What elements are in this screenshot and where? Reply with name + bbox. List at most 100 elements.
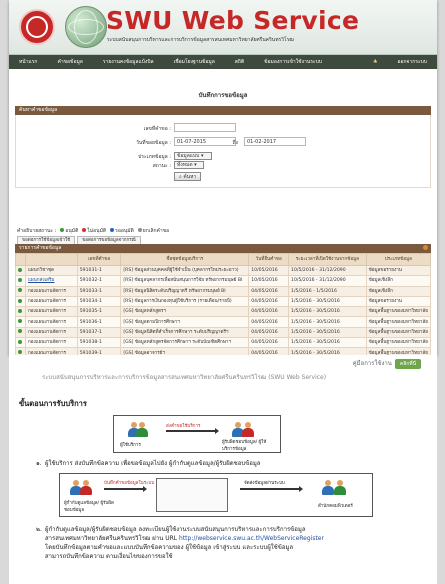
cell-unit: กองแผนงานจัดการ (24, 326, 78, 339)
status-legend: คำอธิบายสถานะ : อนุมัติ ไม่อนุมัติ รออนุ… (17, 227, 169, 235)
app-header: SWU Web Service ระบบสนับสนุนการบริหารและ… (9, 0, 437, 55)
cell-status (15, 275, 26, 287)
cell-service: [GS] ข้อมูลอาจารย์ฯ (120, 347, 250, 355)
cell-status (15, 306, 26, 318)
date-label: วันที่ขอยข้อมูล : (136, 140, 171, 146)
user-icon (334, 480, 346, 495)
table-row[interactable]: กองแผนงานจัดการ 591039-1 [GS] ข้อมูลอาจารย… (15, 347, 432, 355)
nav-item-home[interactable]: หน้าแรก (9, 58, 47, 66)
step-2-line-1: ผู้กำกับดูแลข้อมูล/ผู้รับผิดชอบข้อมูล ลง… (45, 526, 306, 533)
table-row[interactable]: กองแผนงานจัดการ 591038-1 [GS] ข้อมูลหลักสู… (15, 337, 432, 349)
cell-request-no: 591039-1 (76, 347, 122, 355)
nav-item-database-link[interactable]: เชื่อมโยงฐานข้อมูล (164, 58, 225, 66)
cell-type: ข้อมูลพื้นฐานของมหาวิทยาลัย (365, 316, 432, 328)
col-header-service: ชื่อชุดข้อมูลบริการ (120, 253, 250, 266)
cell-request-no: 591037-1 (76, 326, 122, 339)
cell-type: ข้อมูลขอรายงาน (365, 295, 432, 308)
cell-type: ข้อมูลขอรายงาน (365, 264, 432, 277)
manual-link[interactable]: คู่มือการใช้งาน คลิกที่นี่ (353, 358, 421, 369)
date-to-input[interactable]: 01-02-2017 (244, 137, 306, 146)
search-button[interactable]: ⌕ ค้นหา (174, 172, 202, 181)
request-no-label: เลขที่คำขอ : (143, 126, 171, 132)
nav-item-requests[interactable]: คำขอข้อมูล (47, 58, 92, 66)
step-2-number: ๒. (36, 526, 42, 533)
section-title: ขั้นตอนการรับบริการ (19, 399, 87, 408)
status-select[interactable]: ทั้งหมด ▾ (174, 161, 204, 169)
cell-unit[interactable]: แผนกส่งเสริม (24, 275, 78, 287)
table-row[interactable]: กองแผนงานจัดการ 591034-1 [RS] ข้อมูลการเงิ… (15, 295, 432, 308)
cell-date: 04/05/2016 (248, 285, 290, 297)
cell-request-no: 591035-1 (76, 306, 122, 318)
diagram-record-flow: ผู้กำกับดูแลข้อมูล/ ผู้รับผิดชอบข้อมูล บ… (59, 473, 373, 517)
step-1-text: ผู้ใช้บริการ ส่งบันทึกข้อความ เพื่อขอข้อ… (45, 460, 261, 467)
cell-status (15, 316, 26, 328)
cell-status (15, 285, 26, 297)
cell-date: 10/05/2016 (248, 275, 290, 287)
cell-request-no: 591032-1 (76, 275, 122, 287)
diagram-owner-label: ผู้รับผิดชอบข้อมูล/ ผู้ให้บริการข้อมูล (222, 440, 267, 452)
manual-button[interactable]: คลิกที่นี่ (394, 359, 421, 369)
diagram-arrow-label: ส่งคำขอใช้บริการ (166, 424, 201, 429)
diagram-arrow1-label: บันทึกคำขอข้อมูลในระบบ (104, 481, 155, 486)
col-header-request-no: เลขที่คำขอ (76, 253, 122, 266)
status-dot-icon (18, 267, 23, 272)
table-row[interactable]: แผนกส่งเสริม 591032-1 [RS] ข้อมูลบุคลากรเพ… (15, 275, 432, 287)
table-row[interactable]: กองแผนงานจัดการ 591037-1 [GS] ข้อมูลนิสิตท… (15, 326, 432, 339)
step-2-line-2: สารสนเทศมหาวิทยาลัยศรีนครินทรวิโรฒ ผ่าน … (45, 535, 324, 542)
step-2-line-3: โดยบันทึกข้อมูลตามคำขอและแบบบันทึกข้อควา… (45, 544, 294, 551)
cell-unit: กองแผนงานจัดการ (24, 337, 78, 349)
cell-date: 04/05/2016 (248, 295, 290, 308)
col-header-period: ระยะเวลาที่เปิดใช้งานจากข้อมูล (288, 253, 367, 266)
search-form: เลขที่คำขอ : วันที่ขอยข้อมูล : 01-07-201… (15, 115, 431, 188)
nav-item-reports[interactable]: รายงานคงข้อมูลแบ้งบิล (93, 58, 164, 66)
cell-status (15, 337, 26, 349)
arrow-icon (240, 486, 303, 492)
cell-service: [GS] ข้อมูลหลักสูตรฯ (120, 306, 250, 318)
legend-item-rejected: ไม่อนุมัติ (82, 227, 106, 235)
user-icon[interactable]: ♣ (363, 59, 387, 65)
intro-text: ระบบสนับสนุนการบริหารและการบริการข้อมูลส… (42, 374, 327, 381)
cell-period: 1/5/2016 - 30/5/2016 (288, 326, 367, 339)
collapse-icon[interactable] (423, 245, 428, 250)
page-title: บันทึกการขอข้อมูล (198, 92, 248, 99)
cell-unit: กองแผนงานจัดการ (24, 347, 78, 355)
nav-item-access-log[interactable]: ข้อมองการเข้าใช้งานระบบ (254, 58, 332, 66)
date-to-label: ถึง (232, 140, 238, 146)
register-url-link[interactable]: http://webservice.swu.ac.th/WebServiceRe… (179, 535, 324, 542)
cell-request-no: 591033-1 (76, 285, 122, 297)
request-list-title: รายการคำขอข้อมูล (19, 245, 62, 251)
cell-type: ข้อมูลเชิงลึก (365, 275, 432, 287)
cell-period: 1/5/2016 - 30/5/2016 (288, 306, 367, 318)
table-row[interactable]: แผนกวิชาชุด 591031-1 [RS] ข้อมูลส่วนบุคคลท… (15, 264, 432, 277)
type-select[interactable]: ข้อมูลแบบ ▾ (174, 152, 212, 160)
cell-type: ข้อมูลพื้นฐานของมหาวิทยาลัย (365, 347, 432, 355)
cell-unit: แผนกวิชาชุด (24, 264, 78, 277)
cell-request-no: 591036-1 (76, 316, 122, 328)
app-subtitle: ระบบสนับสนุนการบริหารและการบริการข้อมูลส… (107, 37, 294, 43)
cell-date: 04/05/2016 (248, 316, 290, 328)
table-row[interactable]: กองแผนงานจัดการ 591033-1 [RS] ข้อมูลนิสิตร… (15, 285, 432, 297)
legend-label: คำอธิบายสถานะ : (17, 228, 57, 234)
cell-request-no: 591038-1 (76, 337, 122, 349)
nav-item-stats[interactable]: สถิติ (225, 58, 254, 66)
legend-item-approved: อนุมัติ (60, 227, 78, 235)
table-row[interactable]: กองแผนงานจัดการ 591035-1 [GS] ข้อมูลหลักสู… (15, 306, 432, 318)
cell-period: 10/5/2016 - 31/12/2090 (288, 275, 367, 287)
cell-service: [GS] ข้อมูลนิสิตที่สำเร็จการศึกษาฯ ระดับ… (120, 326, 250, 339)
cell-period: 1/5/2016 - 30/5/2016 (288, 316, 367, 328)
request-list-header: รายการคำขอข้อมูล (15, 244, 431, 253)
request-no-input[interactable] (174, 123, 236, 132)
search-panel-header: ค้นหาคำขอข้อมูล (15, 106, 431, 115)
status-dot-icon (18, 329, 23, 334)
status-dot-icon (18, 350, 23, 355)
arrow-icon (104, 486, 147, 492)
cell-type: ข้อมูลเชิงลึก (365, 285, 432, 297)
cell-request-no: 591034-1 (76, 295, 122, 308)
table-row[interactable]: กองแผนงานจัดการ 591036-1 [GS] ข้อมูลตามปีก… (15, 316, 432, 328)
logout-link[interactable]: ออกจากระบบ (387, 58, 437, 66)
instructions-panel: คู่มือการใช้งาน คลิกที่นี่ ระบบสนับสนุนกา… (9, 355, 437, 584)
diagram-request-flow: ผู้ใช้บริการ ส่งคำขอใช้บริการ ผู้รับผิดช… (113, 415, 281, 453)
cell-service: [RS] ข้อมูลการเงินกองทุนผู้ใช้บริการ (รา… (120, 295, 250, 308)
step-1-number: ๑. (36, 460, 42, 467)
screenshot-thumbnail (156, 478, 228, 512)
